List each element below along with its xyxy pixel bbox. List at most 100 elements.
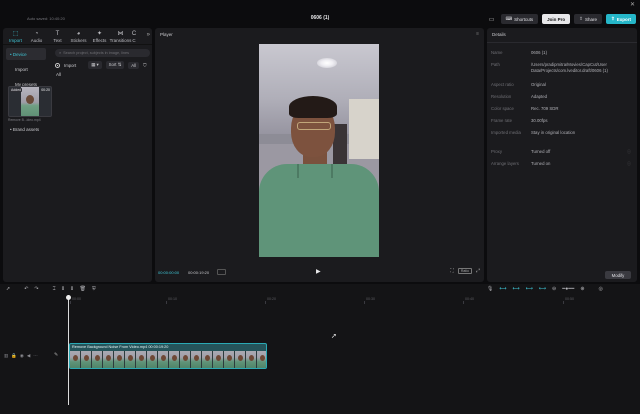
- sidebar-item-import[interactable]: Import: [6, 63, 46, 75]
- clip-frame: [224, 351, 235, 368]
- detail-value: Turned off: [531, 149, 551, 154]
- media-clip-thumbnail[interactable]: Added 00:20: [8, 86, 52, 117]
- export-label: Export: [616, 16, 631, 22]
- tab-import[interactable]: ⬚ Import: [5, 28, 26, 45]
- timeline-ruler[interactable]: 00:00 00:10 00:20 00:30 00:40 00:50: [0, 296, 640, 304]
- ratio-button[interactable]: Ratio: [457, 268, 472, 274]
- sidebar-item-device[interactable]: • Device: [6, 48, 46, 60]
- export-button[interactable]: ⇧ Export: [605, 14, 636, 24]
- ruler-tick-label: 00:30: [366, 297, 375, 301]
- snap-icon[interactable]: ⟷: [526, 286, 533, 292]
- added-badge: Added: [10, 88, 23, 92]
- ruler-tick-label: 00:20: [267, 297, 276, 301]
- fit-icon[interactable]: ◎: [599, 286, 603, 292]
- preview-axis-icon[interactable]: ⟷: [539, 286, 546, 292]
- clip-frame: [158, 351, 169, 368]
- close-icon[interactable]: ✕: [630, 1, 635, 8]
- timeline-clip[interactable]: Remove Background Noise From Video.mp4 0…: [69, 343, 267, 369]
- more-icon[interactable]: ⋯: [33, 353, 38, 359]
- zoom-out-icon[interactable]: ⊖: [552, 286, 556, 292]
- shortcuts-button[interactable]: ⌨ Shortcuts: [500, 14, 539, 24]
- titlebar-actions: ▭ ⌨ Shortcuts Join Pro ⇪ Share ⇧ Export: [487, 14, 636, 24]
- play-button[interactable]: ▶: [316, 268, 321, 275]
- modify-button[interactable]: Modify: [605, 271, 631, 279]
- video-preview[interactable]: [259, 44, 379, 257]
- media-search-input[interactable]: ⌕ Search project, subjects in image, lin…: [55, 49, 150, 57]
- redo-icon[interactable]: ↷: [34, 286, 38, 292]
- detail-value: Adapted: [531, 94, 548, 99]
- transitions-icon: ⋈: [117, 30, 124, 37]
- video-subject-hair: [289, 96, 337, 118]
- mute-track-icon[interactable]: ◀: [27, 353, 30, 359]
- sidebar-item-brand-assets[interactable]: • Brand assets: [6, 123, 46, 135]
- captions-icon: C: [131, 30, 137, 37]
- player-title: Player: [160, 32, 173, 37]
- zoom-in-icon[interactable]: ⊕: [580, 286, 584, 292]
- tab-text[interactable]: T Text: [47, 28, 68, 45]
- project-title: 0606 (1): [310, 15, 330, 21]
- share-button[interactable]: ⇪ Share: [574, 14, 602, 24]
- clip-duration: 00:20: [41, 88, 50, 92]
- clip-frame: [114, 351, 125, 368]
- select-cursor-icon[interactable]: ➚: [6, 286, 10, 292]
- split-right-icon[interactable]: ⌷: [71, 286, 74, 292]
- shield-icon[interactable]: ⛨: [92, 286, 96, 292]
- tab-label: Transitions: [109, 37, 132, 43]
- detail-key: Path: [491, 62, 500, 67]
- current-time: 00:00:00:00: [158, 270, 180, 275]
- import-label[interactable]: Import: [64, 63, 76, 68]
- playhead-handle[interactable]: [66, 295, 71, 300]
- timecode-box-icon[interactable]: [217, 269, 226, 275]
- split-icon[interactable]: ⌶: [53, 286, 56, 292]
- fullscreen-icon[interactable]: ⤢: [476, 268, 480, 274]
- clip-frame: [81, 351, 92, 368]
- sort-button[interactable]: Sort ⇅: [105, 61, 125, 69]
- detail-key: Resolution: [491, 94, 512, 99]
- detail-key: Aspect ratio: [491, 82, 514, 87]
- total-time: 00:00:19:20: [188, 270, 210, 275]
- player-menu-icon[interactable]: ≡: [476, 31, 479, 37]
- timeline-clip-label: Remove Background Noise From Video.mp4 0…: [72, 345, 169, 349]
- effects-icon: ✦: [96, 30, 103, 37]
- clip-frame: [191, 351, 202, 368]
- track-controls: ▥ 🔒 ◉ ◀ ⋯: [4, 353, 38, 359]
- join-pro-button[interactable]: Join Pro: [542, 14, 571, 24]
- import-radio-icon[interactable]: [55, 62, 60, 68]
- microphone-icon[interactable]: 🎙: [487, 286, 493, 292]
- zoom-slider[interactable]: ━●━━: [562, 286, 574, 292]
- more-tabs-icon[interactable]: »: [147, 32, 150, 38]
- link-main-track-icon[interactable]: ⟷: [499, 286, 506, 292]
- ruler-tick-label: 00:00: [72, 297, 81, 301]
- link-icon[interactable]: ⟷: [513, 286, 520, 292]
- lock-icon[interactable]: 🔒: [11, 353, 17, 359]
- playhead[interactable]: [68, 295, 69, 405]
- tab-captions[interactable]: CC: [131, 28, 137, 45]
- video-subject-glasses: [297, 122, 331, 130]
- delete-icon[interactable]: 🗑: [80, 286, 86, 292]
- view-mode-button[interactable]: ▦ ▾: [88, 61, 102, 69]
- filter-icon[interactable]: ⛉: [143, 63, 146, 68]
- clip-frame: [246, 351, 257, 368]
- info-icon[interactable]: ⓘ: [627, 161, 631, 167]
- info-icon[interactable]: ⓘ: [627, 149, 631, 155]
- split-left-icon[interactable]: ⌷: [62, 286, 65, 292]
- undo-icon[interactable]: ↶: [24, 286, 28, 292]
- tab-audio[interactable]: ◔ Audio: [26, 28, 47, 45]
- cover-edit-icon[interactable]: ✎: [54, 352, 58, 358]
- all-filter-button[interactable]: All: [128, 61, 140, 69]
- crop-icon[interactable]: ⛶: [450, 268, 454, 274]
- track-lock-icon[interactable]: ▥: [4, 353, 8, 359]
- tab-transitions[interactable]: ⋈ Transitions: [109, 28, 132, 45]
- hide-track-icon[interactable]: ◉: [20, 353, 24, 359]
- layout-icon[interactable]: ▭: [487, 14, 497, 24]
- ruler-tick-label: 00:40: [465, 297, 474, 301]
- tab-label: Audio: [30, 37, 43, 43]
- shortcuts-label: Shortcuts: [514, 16, 534, 22]
- tab-stickers[interactable]: ◕ Stickers: [68, 28, 89, 45]
- tab-effects[interactable]: ✦ Effects: [89, 28, 110, 45]
- detail-value: 30.00fps: [531, 118, 548, 123]
- all-filter-label: All: [131, 62, 137, 68]
- detail-key: Arrange layers: [491, 161, 519, 166]
- media-sidebar: • Device Import My presets Spaces Stock …: [3, 46, 49, 282]
- detail-value: Original: [531, 82, 546, 87]
